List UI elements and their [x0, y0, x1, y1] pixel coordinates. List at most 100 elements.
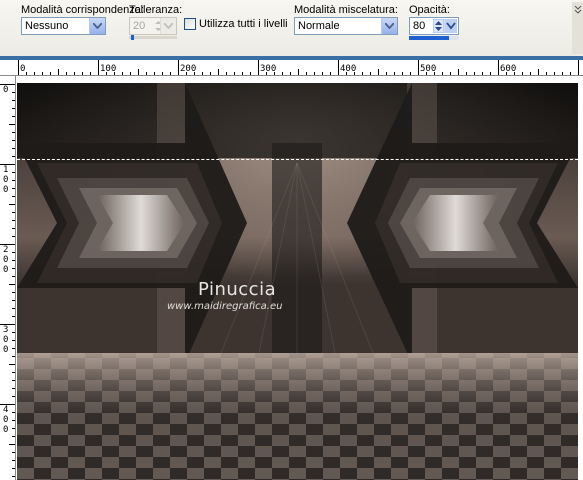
ruler-tick: [122, 72, 123, 75]
ruler-tick: [12, 148, 15, 149]
ruler-tick: [12, 260, 15, 261]
chevron-down-icon[interactable]: [381, 18, 397, 34]
ruler-tick: [12, 180, 15, 181]
ruler-tick: [12, 332, 15, 333]
ruler-label: 100: [100, 64, 117, 74]
ruler-tick: [218, 69, 219, 75]
ruler-tick: [12, 372, 15, 373]
chevron-down-icon[interactable]: [89, 18, 105, 34]
opacity-field[interactable]: 80: [409, 17, 459, 35]
ruler-tick: [546, 72, 547, 75]
ruler-tick: [466, 72, 467, 75]
ruler-tick: [12, 412, 15, 413]
ruler-tick: [12, 356, 15, 357]
use-all-layers-label[interactable]: Utilizza tutti i livelli: [199, 18, 288, 30]
blend-mode-label: Modalità miscelatura:: [294, 4, 398, 16]
ruler-tick: [18, 60, 19, 75]
vertical-ruler[interactable]: 0 1 0 0 2 0 0 3 0 0 4 0 0: [0, 76, 16, 480]
ruler-tick: [482, 72, 483, 75]
ruler-tick: [12, 292, 15, 293]
ruler-tick: [138, 69, 139, 75]
toolbar-scroll-arrow-icon[interactable]: [572, 2, 583, 54]
match-mode-value: Nessuno: [25, 20, 69, 32]
selection-marquee[interactable]: [17, 159, 578, 160]
horizontal-ruler[interactable]: 0 100 200 300 400 500 600: [0, 60, 583, 76]
ruler-tick: [12, 220, 15, 221]
ruler-tick: [370, 72, 371, 75]
ruler-tick: [306, 72, 307, 75]
ruler-tick: [226, 72, 227, 75]
ruler-tick: [50, 72, 51, 75]
tolerance-slider-thumb[interactable]: [131, 35, 135, 40]
ruler-label: 4 0 0: [3, 405, 9, 435]
ruler-tick: [34, 72, 35, 75]
opacity-slider-fill: [409, 36, 449, 40]
opacity-value: 80: [413, 20, 426, 32]
ruler-tick: [562, 72, 563, 75]
ruler-tick: [210, 72, 211, 75]
ruler-tick: [450, 72, 451, 75]
ruler-tick: [258, 60, 259, 75]
opacity-slider[interactable]: [409, 36, 459, 40]
ruler-tick: [12, 172, 15, 173]
ruler-tick: [530, 72, 531, 75]
spin-updown-icon[interactable]: [433, 19, 457, 33]
use-all-layers-checkbox[interactable]: [184, 18, 196, 30]
ruler-tick: [282, 72, 283, 75]
ruler-tick: [322, 72, 323, 75]
image-canvas[interactable]: Pinuccia www.maidiregrafica.eu: [17, 83, 578, 480]
ruler-tick: [554, 72, 555, 75]
ruler-tick: [90, 72, 91, 75]
tolerance-value: 20: [133, 20, 146, 32]
ruler-tick: [12, 228, 15, 229]
match-mode-label: Modalità corrispondenza:: [21, 4, 144, 16]
ruler-tick: [250, 72, 251, 75]
ruler-tick: [12, 100, 15, 101]
ruler-tick: [12, 340, 15, 341]
ruler-tick: [66, 72, 67, 75]
ruler-tick: [12, 460, 15, 461]
ruler-tick: [12, 92, 15, 93]
ruler-tick: [12, 252, 15, 253]
ruler-tick: [12, 196, 15, 197]
ruler-tick: [12, 212, 15, 213]
ruler-tick: [12, 428, 15, 429]
ruler-tick: [338, 60, 339, 75]
chevron-down-icon[interactable]: [160, 18, 176, 34]
ruler-tick: [12, 436, 15, 437]
ruler-tick: [538, 69, 539, 75]
blend-mode-select[interactable]: Normale: [294, 17, 398, 35]
ruler-tick: [442, 72, 443, 75]
ruler-tick: [9, 364, 15, 365]
canvas-artwork: [17, 83, 578, 480]
ruler-tick: [242, 72, 243, 75]
ruler-tick: [12, 348, 15, 349]
ruler-label: 400: [340, 64, 357, 74]
ruler-tick: [12, 452, 15, 453]
ruler-label: 0: [3, 85, 9, 95]
blend-mode-value: Normale: [298, 20, 340, 32]
match-mode-select[interactable]: Nessuno: [21, 17, 106, 35]
ruler-tick: [362, 72, 363, 75]
ruler-tick: [12, 316, 15, 317]
ruler-tick: [498, 60, 499, 75]
tolerance-field[interactable]: 20: [129, 17, 177, 35]
ruler-tick: [298, 69, 299, 75]
watermark-url: www.maidiregrafica.eu: [167, 301, 283, 312]
ruler-tick: [12, 476, 15, 477]
ruler-tick: [474, 72, 475, 75]
ruler-label: 200: [180, 64, 197, 74]
ruler-tick: [490, 72, 491, 75]
ruler-tick: [378, 69, 379, 75]
ruler-tick: [458, 69, 459, 75]
ruler-tick: [12, 380, 15, 381]
tolerance-slider[interactable]: [129, 35, 177, 40]
ruler-label: 0: [20, 64, 26, 74]
ruler-tick: [170, 72, 171, 75]
ruler-tick: [234, 72, 235, 75]
ruler-tick: [12, 140, 15, 141]
ruler-tick: [9, 284, 15, 285]
ruler-tick: [418, 60, 419, 75]
ruler-tick: [12, 388, 15, 389]
ruler-tick: [146, 72, 147, 75]
